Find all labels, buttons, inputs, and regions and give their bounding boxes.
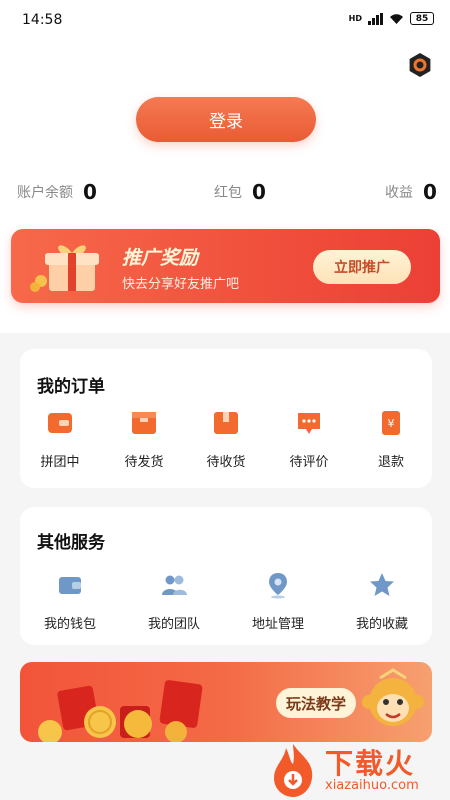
stat-earnings[interactable]: 收益 0: [385, 180, 437, 204]
stat-red-packet[interactable]: 红包 0: [214, 180, 266, 204]
stat-value: 0: [83, 180, 97, 204]
network-type-label: HD: [348, 14, 362, 23]
order-item-to-ship[interactable]: 待发货: [109, 409, 179, 470]
order-item-refund[interactable]: ¥ 退款: [356, 409, 426, 470]
star-icon: [370, 573, 394, 596]
stat-label: 收益: [385, 185, 413, 201]
services-card: 其他服务 我的钱包 我的团队 地址管理 我的收藏: [20, 507, 432, 645]
service-item-label: 我的收藏: [355, 617, 408, 632]
settings-icon[interactable]: [406, 51, 434, 79]
watermark-title: 下载火: [325, 747, 416, 780]
orders-title: 我的订单: [37, 377, 105, 397]
comment-icon: [298, 413, 320, 434]
order-item-group-buying[interactable]: 拼团中: [25, 409, 95, 470]
battery-icon: 85: [410, 12, 434, 25]
flame-logo-icon: [274, 744, 313, 797]
red-envelope-coins-illustration: [38, 680, 203, 742]
order-item-label: 退款: [377, 455, 404, 470]
login-button[interactable]: 登录: [136, 97, 316, 142]
status-time: 14:58: [22, 12, 63, 28]
status-icons: HD 85: [349, 12, 434, 25]
services-title: 其他服务: [37, 533, 105, 553]
order-item-label: 待收货: [206, 455, 246, 470]
promo-card[interactable]: 推广奖励 快去分享好友推广吧 立即推广: [11, 229, 440, 303]
order-item-label: 待评价: [289, 455, 329, 470]
orders-card: 我的订单 拼团中 待发货 待收货 待评价 ¥ 退款: [20, 349, 432, 488]
wallet-icon: [59, 577, 81, 594]
package-icon: [214, 412, 238, 434]
team-icon: [162, 575, 187, 595]
service-item-team[interactable]: 我的团队: [139, 571, 209, 632]
service-item-wallet[interactable]: 我的钱包: [35, 571, 105, 632]
signal-icon: [368, 12, 383, 25]
order-item-to-receive[interactable]: 待收货: [191, 409, 261, 470]
stat-label: 账户余额: [17, 185, 73, 201]
tutorial-banner[interactable]: 玩法教学: [20, 662, 432, 742]
stat-balance[interactable]: 账户余额 0: [17, 180, 97, 204]
service-item-favorites[interactable]: 我的收藏: [347, 571, 417, 632]
service-item-address[interactable]: 地址管理: [243, 571, 313, 632]
service-item-label: 我的钱包: [43, 617, 96, 632]
box-icon: [132, 412, 156, 434]
gift-icon: [30, 245, 99, 292]
service-item-label: 地址管理: [251, 617, 304, 632]
stat-label: 红包: [214, 185, 242, 201]
tutorial-button[interactable]: 玩法教学: [276, 688, 356, 718]
service-item-label: 我的团队: [147, 617, 200, 632]
promo-title: 推广奖励: [122, 247, 199, 269]
promo-subtitle: 快去分享好友推广吧: [122, 277, 240, 292]
refund-icon: ¥: [382, 411, 400, 435]
svg-text:¥: ¥: [388, 417, 395, 430]
location-icon: [269, 573, 287, 599]
wifi-icon: [390, 13, 403, 24]
order-item-label: 待发货: [124, 455, 164, 470]
stat-value: 0: [252, 180, 266, 204]
wallet-card-icon: [48, 413, 72, 433]
watermark-url: xiazaihuo.com: [325, 778, 419, 793]
stat-value: 0: [423, 180, 437, 204]
order-item-label: 拼团中: [40, 455, 80, 470]
order-item-to-review[interactable]: 待评价: [274, 409, 344, 470]
promote-now-button[interactable]: 立即推广: [313, 250, 411, 284]
monkey-mascot-icon: [362, 668, 424, 726]
status-bar: 14:58 HD 85: [0, 0, 450, 40]
